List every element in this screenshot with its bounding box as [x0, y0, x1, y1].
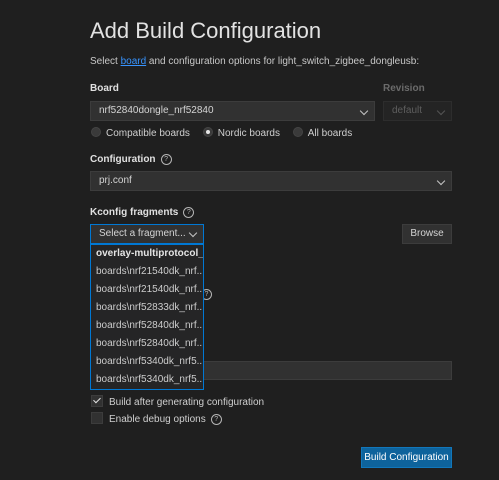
board-link[interactable]: board — [121, 56, 147, 67]
radio-all-boards[interactable]: All boards — [292, 127, 353, 139]
dropdown-option[interactable]: boards\nrf5340dk_nrf5... — [91, 353, 203, 371]
checkbox-icon — [91, 412, 103, 424]
kconfig-fragment-select[interactable]: Select a fragment... — [90, 224, 204, 244]
radio-icon — [292, 127, 303, 137]
checkbox-checked-icon — [91, 395, 103, 407]
build-configuration-button[interactable]: Build Configuration — [361, 447, 452, 468]
dropdown-option[interactable]: boards\nrf21540dk_nrf... — [91, 263, 203, 281]
chevron-down-icon — [436, 176, 446, 186]
radio-label: Compatible boards — [106, 128, 190, 139]
kconfig-fragment-placeholder: Select a fragment... — [99, 228, 186, 239]
intro-prefix: Select — [90, 56, 121, 67]
revision-select-value: default — [392, 105, 423, 116]
help-icon[interactable]: ? — [210, 414, 222, 425]
intro-text: Select board and configuration options f… — [90, 56, 419, 67]
page-title: Add Build Configuration — [90, 18, 322, 43]
configuration-label: Configuration — [90, 154, 156, 165]
browse-button[interactable]: Browse — [402, 224, 452, 244]
radio-label: All boards — [307, 128, 353, 139]
dropdown-option[interactable]: boards\nrf52833dk_nrf... — [91, 299, 203, 317]
board-select-value: nrf52840dongle_nrf52840 — [99, 105, 214, 116]
configuration-select-value: prj.conf — [99, 175, 132, 186]
build-after-checkbox[interactable]: Build after generating configuration — [91, 395, 264, 408]
board-label: Board — [90, 83, 119, 94]
radio-label: Nordic boards — [217, 128, 280, 139]
dropdown-option[interactable]: boards\nrf21540dk_nrf... — [91, 281, 203, 299]
revision-select: default — [383, 101, 452, 121]
board-filter-group: Compatible boards Nordic boards All boar… — [91, 127, 362, 139]
debug-options-label: Enable debug options — [109, 414, 206, 425]
configuration-select[interactable]: prj.conf — [90, 171, 452, 191]
dropdown-option[interactable]: boards\nrf52840dk_nrf... — [91, 335, 203, 353]
revision-label: Revision — [383, 83, 425, 94]
help-icon[interactable]: ? — [160, 154, 172, 165]
dropdown-option[interactable]: boards\nrf52840dk_nrf... — [91, 317, 203, 335]
configuration-label-row: Configuration? — [90, 154, 172, 165]
chevron-down-icon — [436, 106, 446, 116]
kconfig-fragment-dropdown: overlay-multiprotocol_... boards\nrf2154… — [90, 244, 204, 390]
kconfig-label: Kconfig fragments — [90, 207, 179, 218]
board-select[interactable]: nrf52840dongle_nrf52840 — [90, 101, 375, 121]
chevron-down-icon — [359, 106, 369, 116]
debug-options-checkbox[interactable]: Enable debug options? — [91, 412, 222, 425]
dropdown-option[interactable]: boards\nrf5340dk_nrf5... — [91, 371, 203, 389]
radio-compatible-boards[interactable]: Compatible boards — [91, 127, 190, 139]
radio-icon — [91, 127, 101, 137]
dropdown-option[interactable]: overlay-multiprotocol_... — [91, 245, 203, 263]
intro-suffix: and configuration options for light_swit… — [146, 56, 420, 67]
help-icon[interactable]: ? — [183, 207, 195, 218]
radio-selected-icon — [202, 127, 213, 137]
radio-nordic-boards[interactable]: Nordic boards — [202, 127, 280, 139]
build-after-label: Build after generating configuration — [109, 397, 265, 408]
chevron-down-icon — [188, 228, 198, 238]
kconfig-label-row: Kconfig fragments? — [90, 207, 195, 218]
